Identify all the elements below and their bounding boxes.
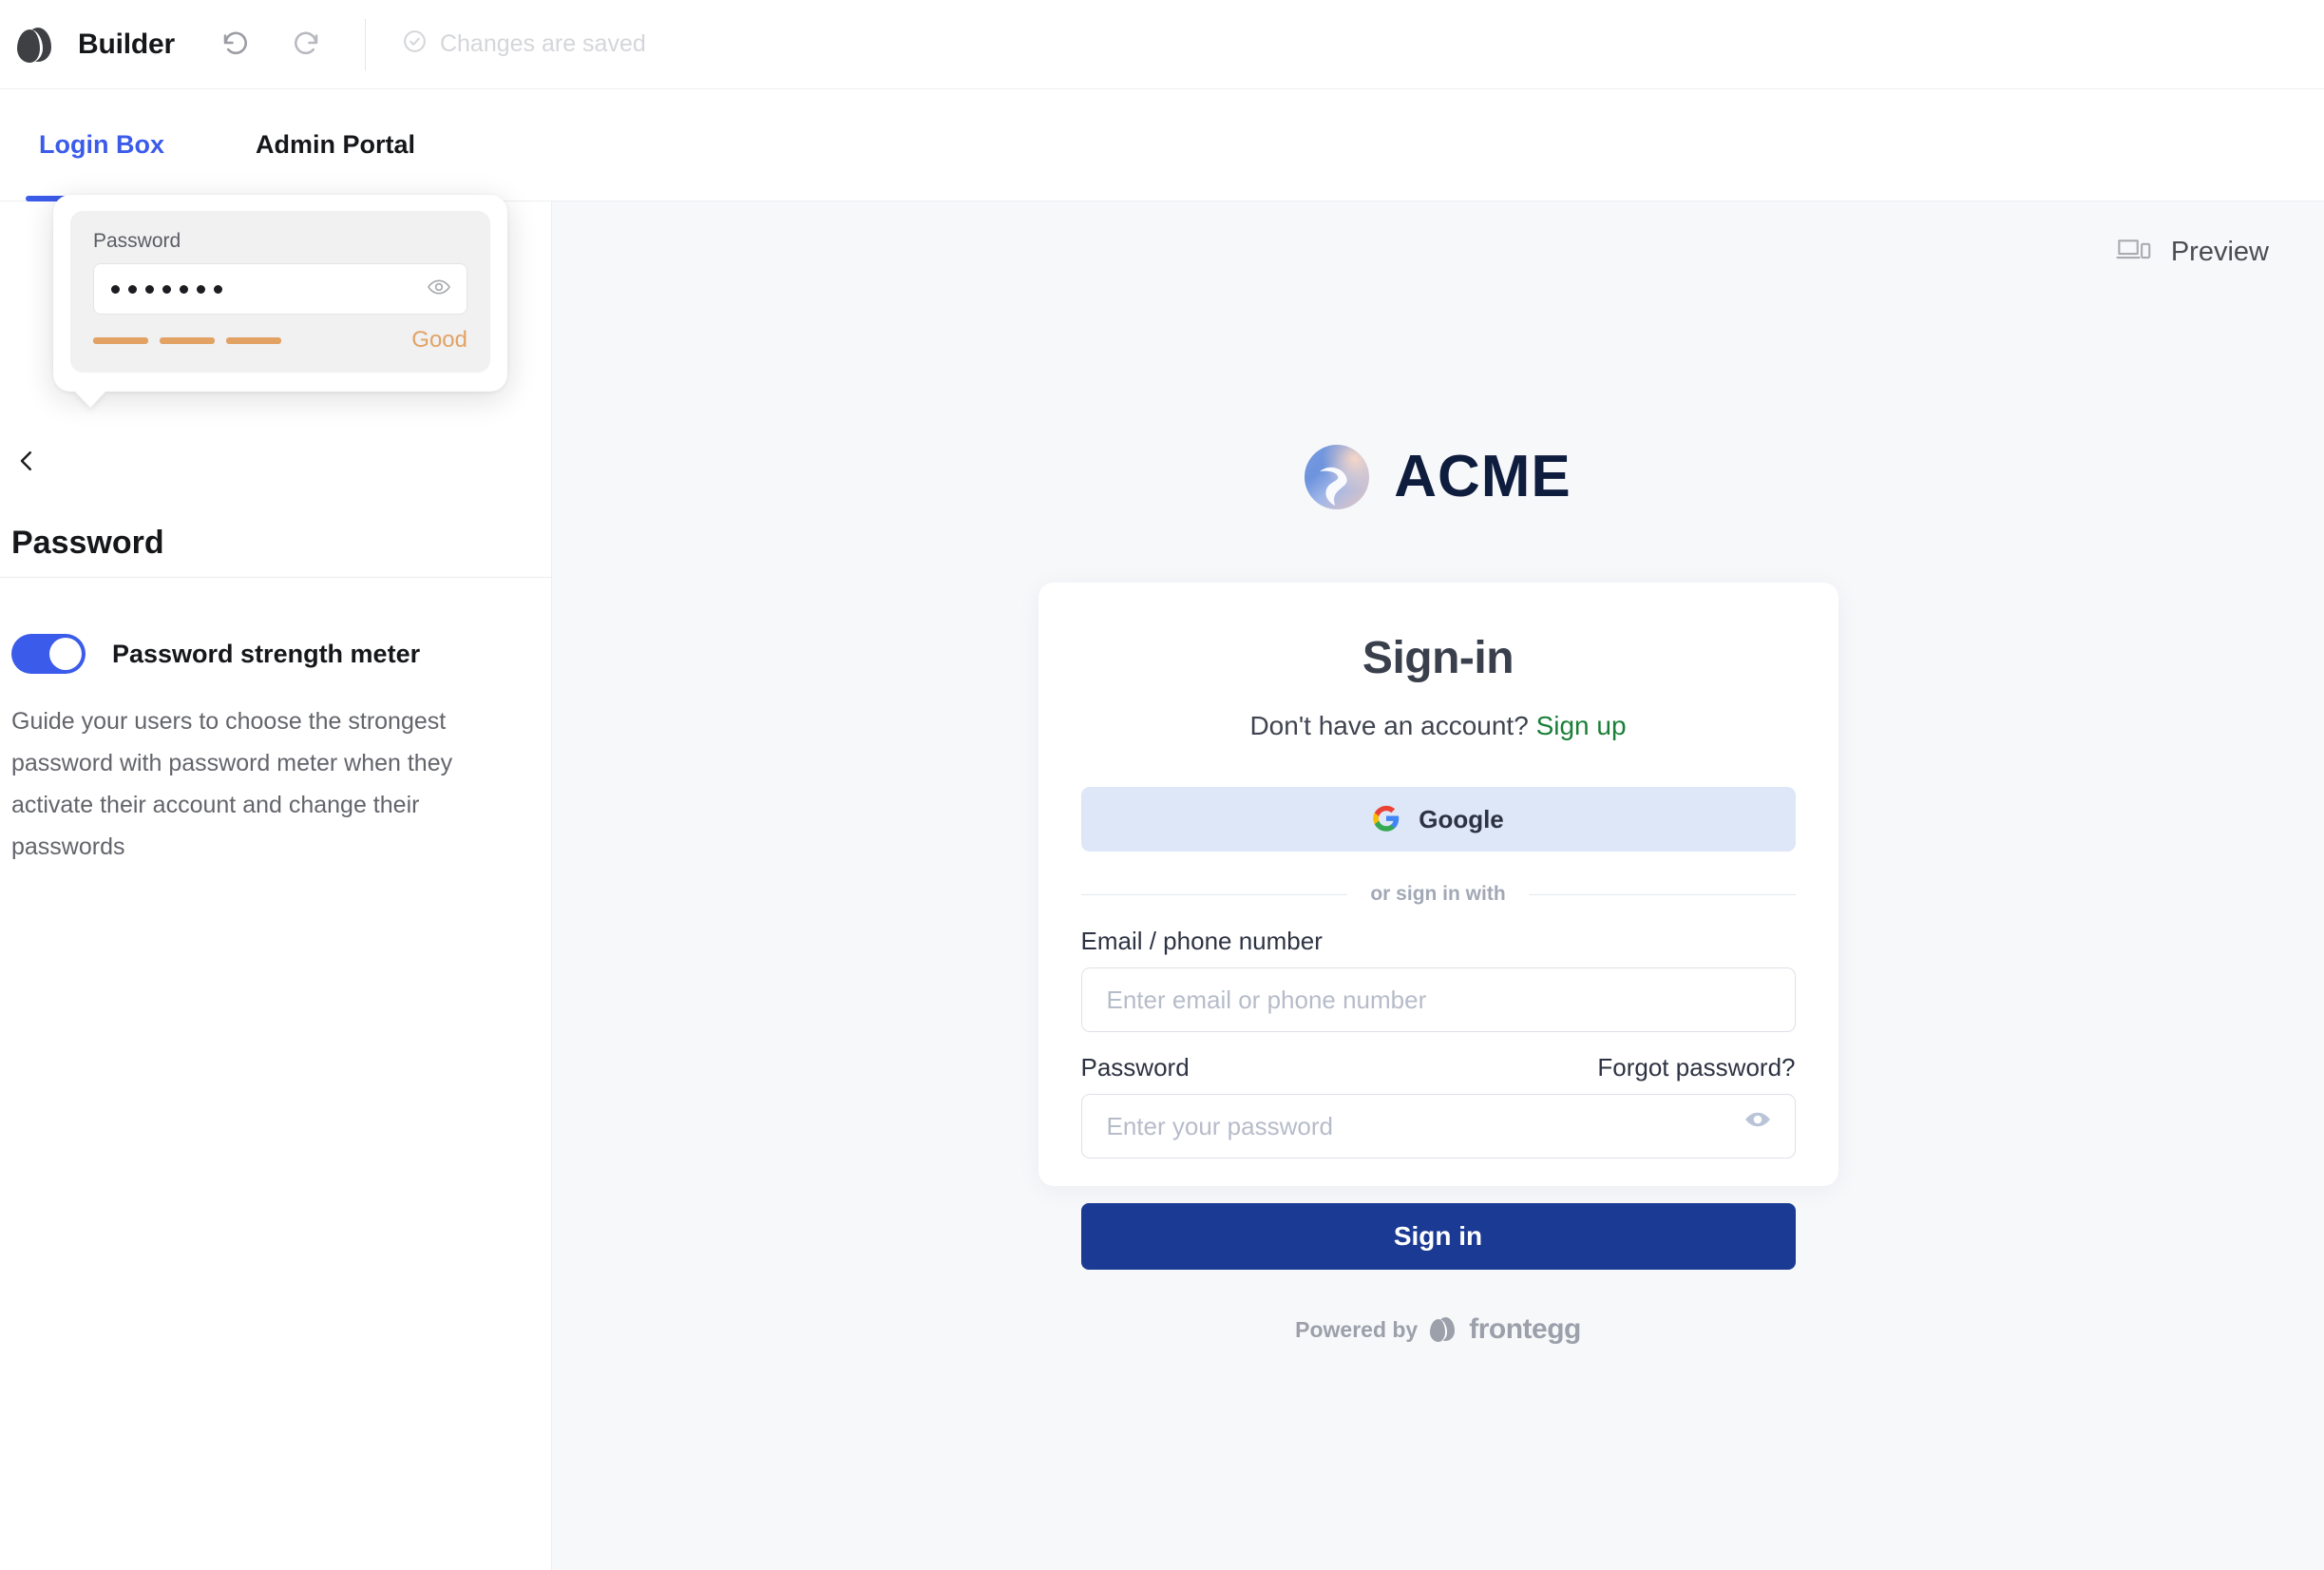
undo-button[interactable] (217, 25, 257, 65)
password-field-block: Password Forgot password? (1080, 1053, 1796, 1158)
sidebar-heading: Password (11, 525, 164, 561)
frontegg-builder-logo-icon (15, 24, 57, 66)
strength-label: Good (411, 327, 467, 353)
signup-prompt: Don't have an account? Sign up (1038, 711, 1838, 741)
popover-content: Password Good (70, 211, 490, 373)
undo-icon (219, 26, 254, 63)
google-g-icon (1372, 804, 1400, 835)
tab-admin-portal-label: Admin Portal (255, 130, 415, 159)
password-strength-meter-setting: Password strength meter (11, 634, 420, 674)
frontegg-wordmark: frontegg (1469, 1313, 1581, 1345)
popover-password-label: Password (93, 230, 181, 252)
acme-swirl-logo-icon (1305, 444, 1370, 509)
password-label: Password (1080, 1053, 1190, 1082)
google-signin-button[interactable]: Google (1080, 787, 1796, 852)
app-title: Builder (78, 28, 175, 60)
chevron-left-icon (12, 447, 41, 480)
login-card: Sign-in Don't have an account? Sign up G… (1038, 583, 1838, 1345)
redo-button[interactable] (285, 25, 325, 65)
toggle-password-visibility-button[interactable] (1741, 1103, 1775, 1138)
password-meter-preview-popover: Password Good (53, 195, 507, 392)
email-label-row: Email / phone number (1081, 927, 1796, 956)
popover-password-field[interactable] (93, 263, 467, 315)
powered-by-footer: Powered by frontegg (1038, 1313, 1838, 1346)
signup-link[interactable]: Sign up (1536, 711, 1627, 740)
email-input-wrap (1080, 956, 1796, 1032)
forgot-password-link[interactable]: Forgot password? (1597, 1053, 1795, 1082)
divider-line-left (1080, 893, 1348, 895)
email-input[interactable] (1080, 967, 1796, 1032)
tab-login-box[interactable]: Login Box (26, 89, 178, 201)
popover-strength-meter: Good (93, 327, 467, 354)
signup-prompt-text: Don't have an account? (1249, 711, 1529, 740)
divider-line-right (1528, 893, 1796, 895)
history-controls (217, 25, 325, 65)
preview-panel: Preview ACME Sign-in Don't have an accou… (551, 201, 2324, 1570)
email-field-block: Email / phone number (1080, 927, 1796, 1032)
google-signin-label: Google (1419, 804, 1504, 833)
signin-submit-label: Sign in (1393, 1221, 1483, 1251)
password-strength-meter-label: Password strength meter (112, 639, 421, 668)
password-input[interactable] (1080, 1094, 1796, 1158)
password-input-wrap (1080, 1082, 1796, 1158)
devices-icon (2116, 236, 2152, 269)
toggle-knob (49, 638, 82, 670)
main-body: Password Password strength meter Guide y… (0, 195, 2324, 1570)
sidebar-divider (0, 577, 551, 578)
powered-by-label: Powered by (1295, 1316, 1419, 1342)
frontegg-egg-icon (1430, 1316, 1457, 1343)
eye-icon (1743, 1104, 1773, 1138)
toolbar-divider (364, 18, 366, 70)
divider-label: or sign in with (1370, 883, 1506, 905)
page-title: Sign-in (1362, 633, 1514, 683)
tab-login-box-label: Login Box (39, 130, 164, 159)
password-strength-meter-description: Guide your users to choose the strongest… (11, 708, 453, 860)
top-bar: Builder Changes are saved (0, 0, 2324, 89)
redo-icon (288, 26, 322, 63)
save-status-label: Changes are saved (439, 30, 646, 57)
acme-brand-name: ACME (1394, 444, 1572, 509)
email-label: Email / phone number (1080, 927, 1323, 955)
popover-password-masked-value (111, 284, 222, 294)
back-button[interactable] (8, 444, 46, 482)
save-status: Changes are saved (402, 29, 646, 61)
acme-brand-block: ACME (552, 443, 2324, 510)
strength-bars (93, 336, 348, 344)
check-circle-icon (402, 29, 428, 61)
settings-sidebar: Password Password strength meter Guide y… (0, 195, 551, 1570)
preview-button[interactable]: Preview (2116, 236, 2269, 269)
tab-bar: Login Box Admin Portal (0, 89, 2324, 201)
preview-button-label: Preview (2170, 237, 2269, 267)
password-strength-meter-toggle[interactable] (11, 634, 86, 674)
signin-submit-button[interactable]: Sign in (1080, 1203, 1796, 1270)
eye-icon[interactable] (427, 275, 451, 304)
tab-admin-portal[interactable]: Admin Portal (256, 89, 415, 201)
password-label-row: Password Forgot password? (1081, 1053, 1796, 1082)
social-divider: or sign in with (1080, 883, 1796, 906)
